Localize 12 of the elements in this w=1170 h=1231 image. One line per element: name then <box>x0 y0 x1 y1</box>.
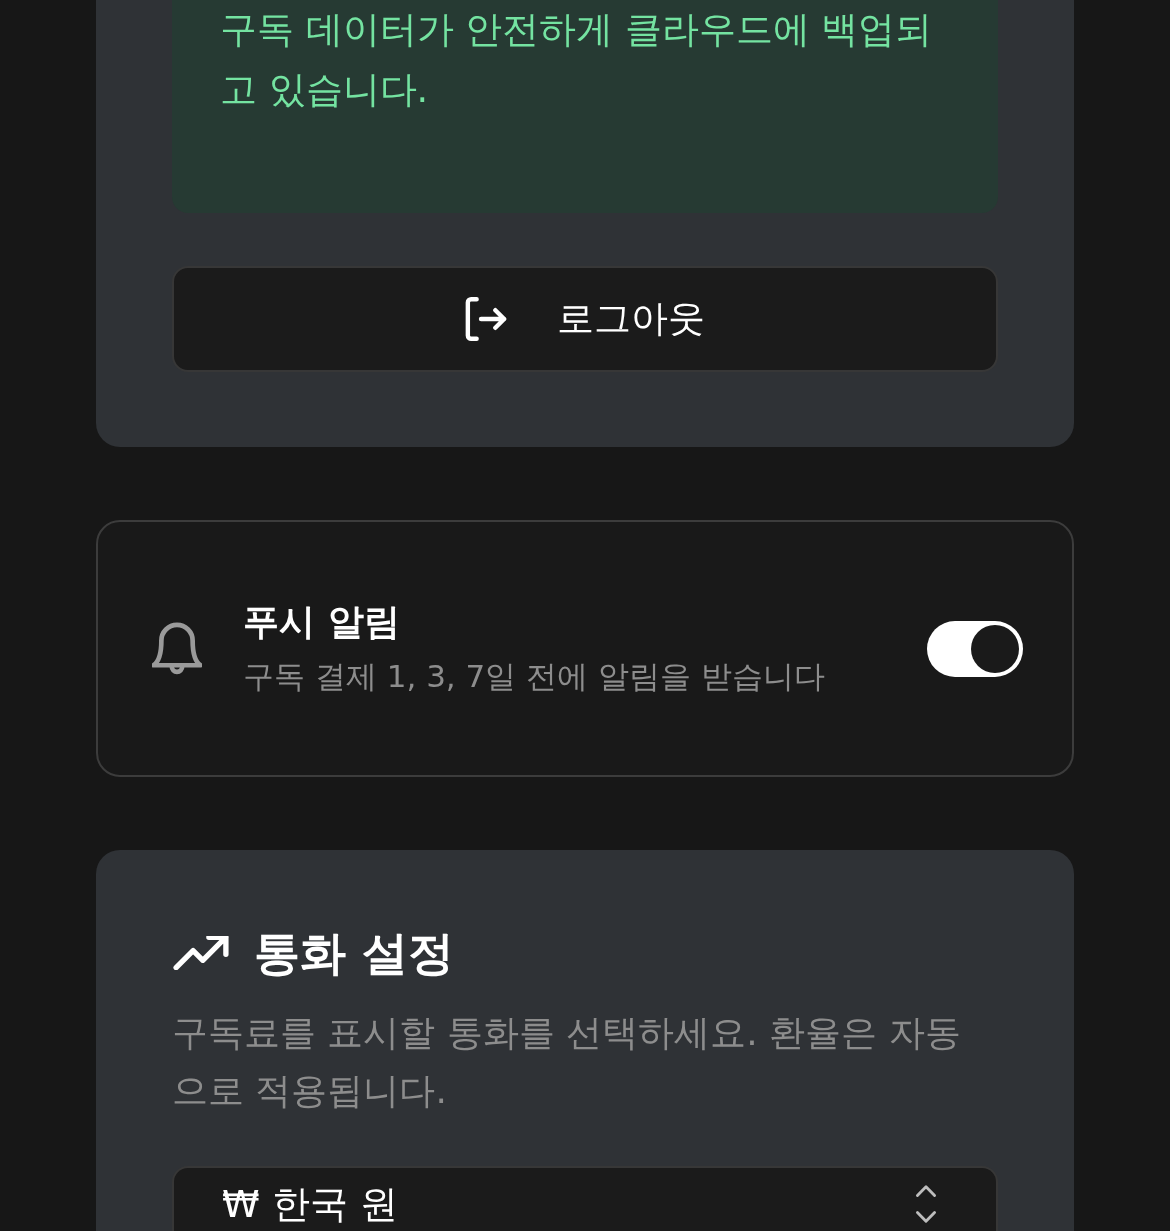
trending-up-icon <box>172 936 230 970</box>
notification-description: 구독 결제 1, 3, 7일 전에 알림을 받습니다 <box>243 656 826 696</box>
bell-icon <box>152 620 202 677</box>
currency-title: 통화 설정 <box>254 928 454 978</box>
notification-title: 푸시 알림 <box>243 599 401 644</box>
currency-description: 구독료를 표시할 통화를 선택하세요. 환율은 자동으로 적용됩니다. <box>172 1011 962 1113</box>
logout-icon <box>465 297 507 341</box>
logout-button[interactable]: 로그아웃 <box>172 266 998 372</box>
chevron-up-down-icon <box>914 1184 938 1224</box>
toggle-switch[interactable] <box>927 620 1023 677</box>
backup-message: 구독 데이터가 안전하게 클라우드에 백업되고 있습니다. <box>220 7 934 113</box>
currency-select[interactable]: ₩ 한국 원 <box>172 1166 998 1231</box>
